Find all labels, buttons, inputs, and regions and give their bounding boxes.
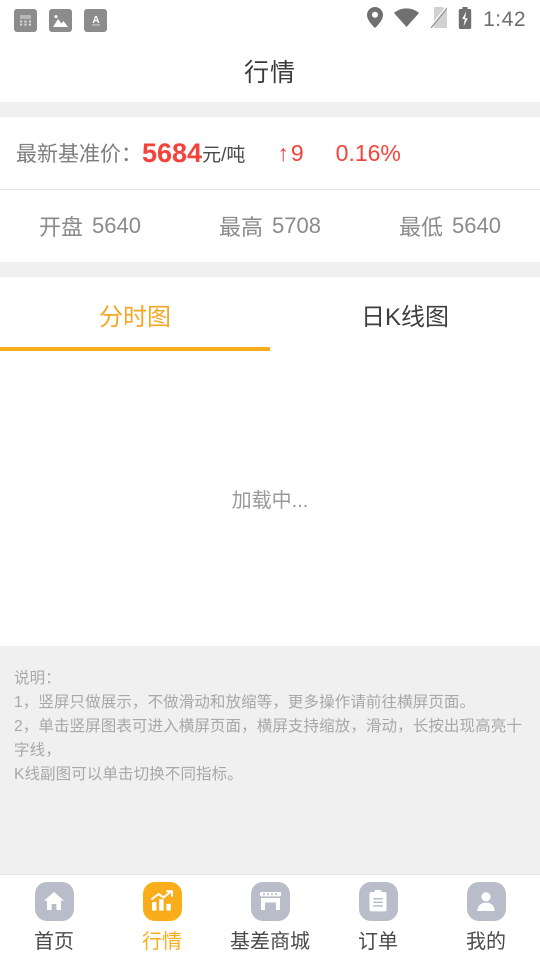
latest-price-value: 5684 — [142, 137, 203, 168]
price-change: ↑ 9 — [277, 140, 303, 167]
calculator-notification-icon — [14, 8, 37, 32]
svg-text:A: A — [92, 15, 99, 26]
nav-item-orders-label: 订单 — [358, 930, 398, 953]
nav-item-store-label: 基差商城 — [230, 930, 310, 953]
price-change-percent: 0.16% — [335, 139, 401, 166]
battery-charging-icon — [458, 6, 472, 34]
arrow-up-icon: ↑ — [277, 139, 289, 166]
tab-timeline-chart[interactable]: 分时图 — [0, 277, 270, 351]
app-root: A 1:42 行情 最新基准价： 5684 元/吨 ↑ 9 0.16% 开盘 5… — [0, 0, 540, 960]
latest-price-label: 最新基准价： — [16, 143, 142, 166]
stat-low-label: 最低 — [399, 215, 444, 240]
stat-open-value: 5640 — [92, 213, 141, 238]
title-bar: 行情 — [0, 40, 540, 102]
ohl-stats-row: 开盘 5640 最高 5708 最低 5640 — [0, 190, 540, 262]
bottom-navigation: 首页 行情 基差商城 订单 我的 — [0, 874, 540, 960]
notes-panel: 说明： 1，竖屏只做展示，不做滑动和放缩等，更多操作请前往横屏页面。 2，单击竖… — [0, 646, 540, 874]
nav-item-home-label: 首页 — [34, 930, 74, 953]
sim-off-icon — [429, 6, 449, 33]
nav-item-profile[interactable]: 我的 — [432, 881, 540, 954]
nav-item-market-label: 行情 — [142, 930, 182, 953]
stat-open-label: 开盘 — [39, 215, 84, 240]
stat-high: 最高 5708 — [180, 210, 360, 242]
clipboard-icon — [358, 881, 398, 921]
stat-high-label: 最高 — [219, 215, 264, 240]
price-change-value: 9 — [290, 139, 304, 166]
tab-daily-k-chart-label: 日K线图 — [360, 303, 449, 331]
chart-container[interactable]: 加载中... — [0, 351, 540, 646]
nav-item-profile-label: 我的 — [466, 930, 506, 953]
section-divider-top — [0, 102, 540, 117]
nav-item-orders[interactable]: 订单 — [324, 881, 432, 954]
notes-heading: 说明： — [14, 670, 61, 687]
stat-low-value: 5640 — [452, 213, 501, 238]
notes-line-3: K线副图可以单击切换不同指标。 — [14, 766, 243, 783]
latest-price-row: 最新基准价： 5684 元/吨 ↑ 9 0.16% — [0, 117, 540, 189]
chart-loading-text: 加载中... — [231, 490, 309, 512]
person-icon — [466, 881, 506, 921]
stat-open: 开盘 5640 — [0, 210, 180, 242]
tab-active-indicator — [0, 347, 270, 351]
store-icon — [250, 881, 290, 921]
latest-price-unit: 元/吨 — [202, 144, 246, 166]
status-bar-notifications: A — [14, 8, 107, 32]
chart-tabs: 分时图 日K线图 — [0, 277, 540, 351]
chart-icon — [142, 881, 182, 921]
notes-line-1: 1，竖屏只做展示，不做滑动和放缩等，更多操作请前往横屏页面。 — [14, 694, 476, 711]
text-notification-icon: A — [84, 8, 107, 32]
status-bar: A 1:42 — [0, 0, 540, 40]
nav-item-store[interactable]: 基差商城 — [216, 881, 324, 954]
location-icon — [367, 7, 384, 33]
wifi-icon — [394, 8, 420, 32]
status-bar-clock: 1:42 — [483, 8, 526, 31]
home-icon — [34, 881, 74, 921]
status-bar-system-icons: 1:42 — [367, 6, 526, 34]
tab-daily-k-chart[interactable]: 日K线图 — [270, 277, 540, 351]
stat-low: 最低 5640 — [360, 210, 540, 242]
page-title: 行情 — [243, 59, 296, 87]
tab-timeline-chart-label: 分时图 — [99, 303, 171, 331]
nav-item-market[interactable]: 行情 — [108, 881, 216, 954]
stat-high-value: 5708 — [272, 213, 321, 238]
image-notification-icon — [49, 8, 72, 32]
notes-line-2: 2，单击竖屏图表可进入横屏页面，横屏支持缩放，滑动，长按出现高亮十字线， — [14, 718, 522, 759]
nav-item-home[interactable]: 首页 — [0, 881, 108, 954]
section-divider-mid — [0, 262, 540, 277]
